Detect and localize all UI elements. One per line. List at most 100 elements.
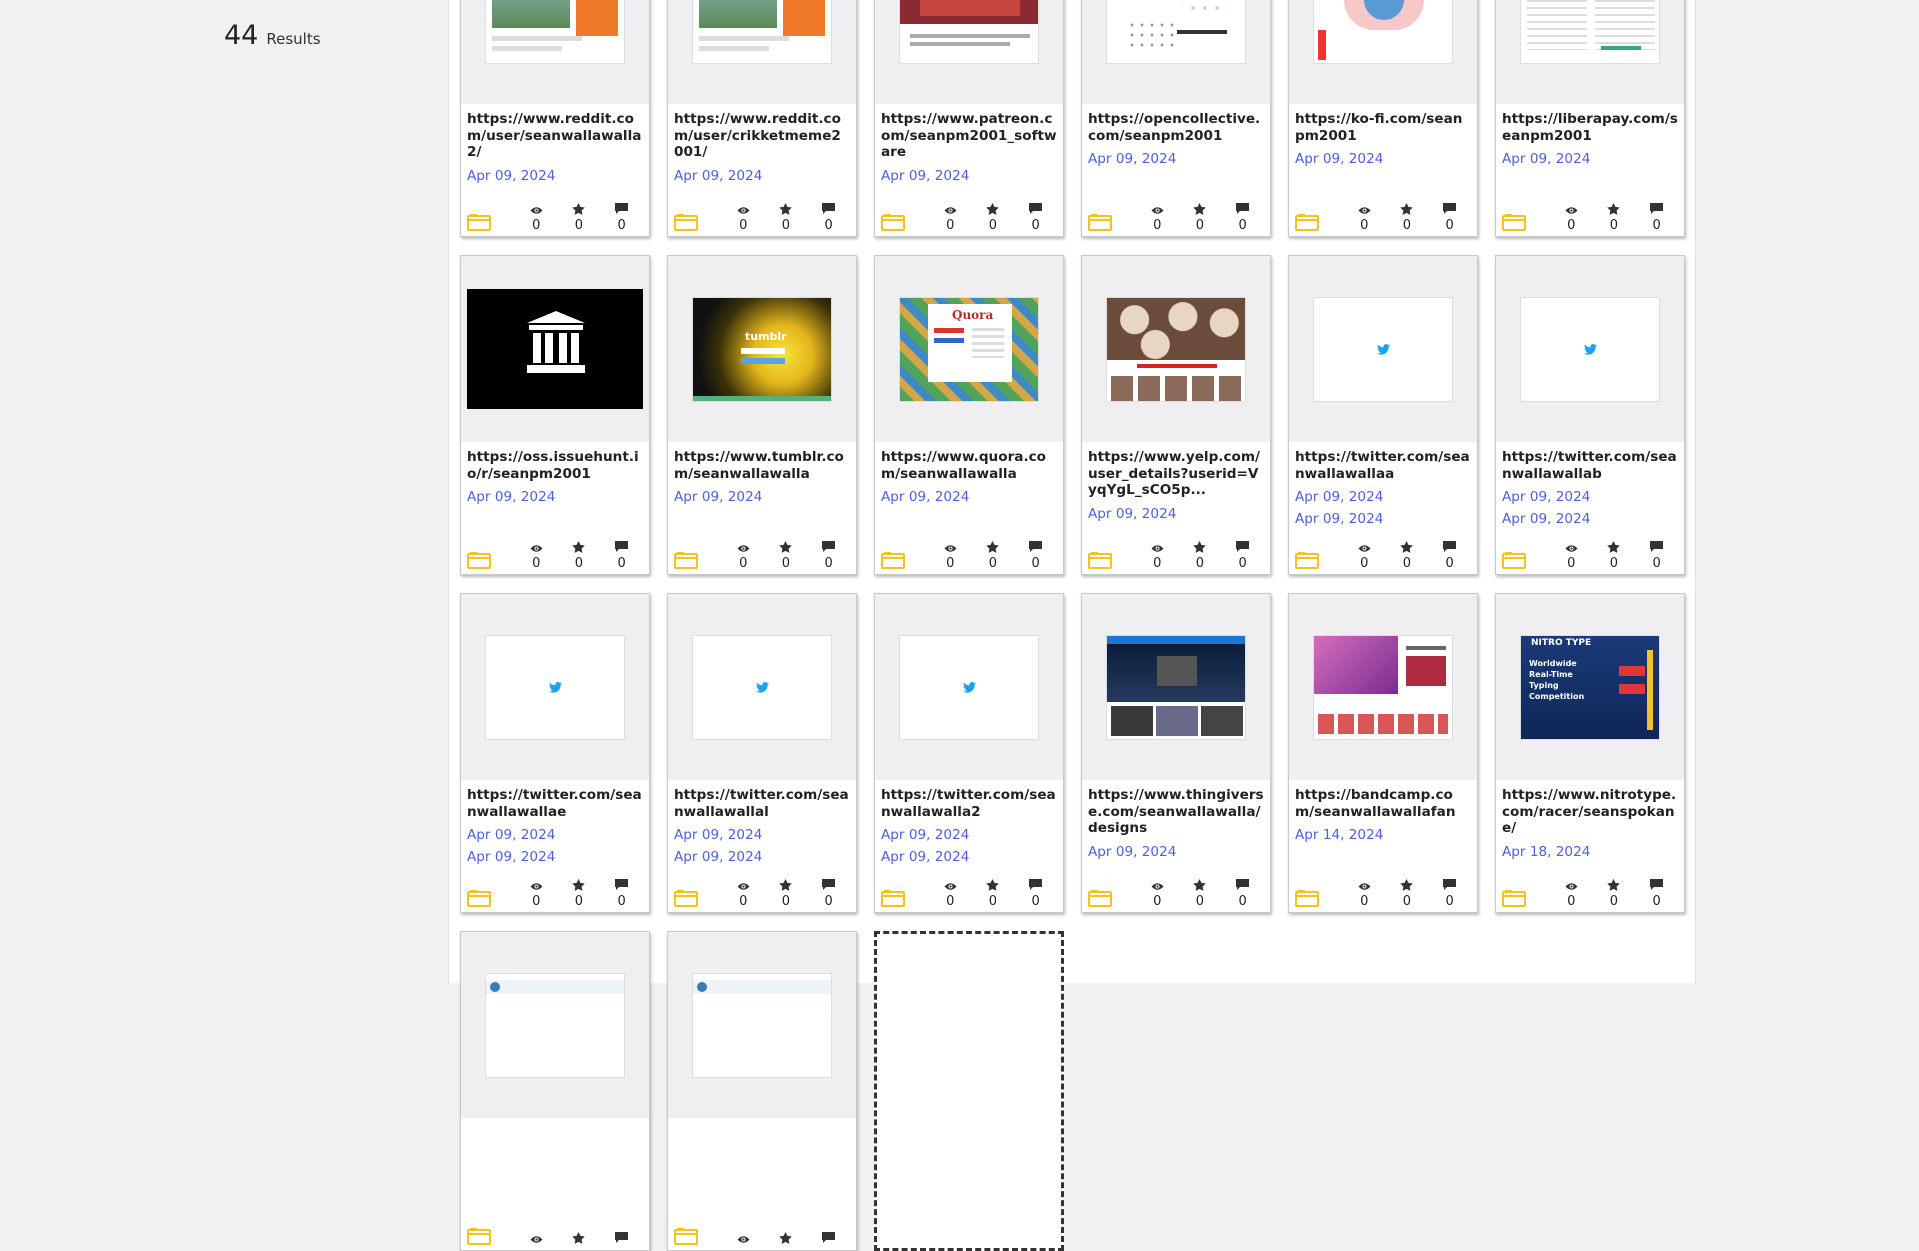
tumblr-page-thumbnail[interactable]: tumblr	[692, 296, 832, 402]
folder-icon[interactable]	[1088, 887, 1136, 909]
folder-icon[interactable]	[674, 1225, 722, 1247]
capture-url[interactable]: https://www.reddit.com/user/seanwallawal…	[467, 111, 643, 161]
capture-date[interactable]: Apr 09, 2024	[1295, 148, 1471, 170]
capture-date[interactable]: Apr 18, 2024	[1502, 841, 1678, 863]
capture-card[interactable]: https://opencollective.com/seanpm2001 Ap…	[1081, 0, 1271, 237]
capture-date[interactable]: Apr 09, 2024	[674, 846, 850, 868]
patreon-page-thumbnail[interactable]	[899, 0, 1039, 64]
capture-url[interactable]: https://oss.issuehunt.io/r/seanpm2001	[467, 449, 643, 482]
twitter-page-thumbnail[interactable]	[1520, 296, 1660, 402]
opencollective-page-thumbnail[interactable]	[1106, 0, 1246, 64]
capture-date[interactable]: Apr 09, 2024	[1088, 148, 1264, 170]
folder-icon[interactable]	[674, 887, 722, 909]
capture-url[interactable]: https://twitter.com/seanwallawallaa	[1295, 449, 1471, 482]
capture-date[interactable]: Apr 09, 2024	[1502, 148, 1678, 170]
capture-card[interactable]: https://www.reddit.com/user/crikketmeme2…	[667, 0, 857, 237]
capture-date[interactable]: Apr 09, 2024	[1502, 486, 1678, 508]
capture-url[interactable]: https://www.thingiverse.com/seanwallawal…	[1088, 787, 1264, 837]
capture-url[interactable]: https://www.patreon.com/seanpm2001_softw…	[881, 111, 1057, 161]
capture-url[interactable]: https://www.nitrotype.com/racer/seanspok…	[1502, 787, 1678, 837]
capture-date[interactable]: Apr 09, 2024	[881, 486, 1057, 508]
reddit-page-thumbnail[interactable]	[485, 0, 625, 64]
capture-card[interactable]: https://twitter.com/seanwallawallal Apr …	[667, 593, 857, 913]
folder-icon[interactable]	[467, 211, 515, 233]
folder-icon[interactable]	[467, 887, 515, 909]
capture-date[interactable]: Apr 09, 2024	[674, 486, 850, 508]
folder-icon[interactable]	[1295, 211, 1343, 233]
twitter-page-thumbnail[interactable]	[1313, 296, 1453, 402]
capture-date[interactable]: Apr 09, 2024	[467, 846, 643, 868]
capture-date[interactable]: Apr 09, 2024	[674, 824, 850, 846]
folder-icon[interactable]	[467, 1225, 515, 1247]
folder-icon[interactable]	[1088, 211, 1136, 233]
folder-icon[interactable]	[674, 211, 722, 233]
capture-date[interactable]: Apr 09, 2024	[1502, 508, 1678, 530]
steam-page-thumbnail[interactable]	[692, 972, 832, 1078]
folder-icon[interactable]	[1295, 887, 1343, 909]
capture-card[interactable]: https://www.patreon.com/seanpm2001_softw…	[874, 0, 1064, 237]
capture-date[interactable]: Apr 09, 2024	[881, 824, 1057, 846]
bandcamp-page-thumbnail[interactable]	[1313, 634, 1453, 740]
folder-icon[interactable]	[881, 211, 929, 233]
capture-date[interactable]: Apr 09, 2024	[467, 486, 643, 508]
capture-url[interactable]: https://www.reddit.com/user/crikketmeme2…	[674, 111, 850, 161]
capture-date[interactable]: Apr 09, 2024	[674, 165, 850, 187]
twitter-page-thumbnail[interactable]	[692, 634, 832, 740]
capture-card[interactable]	[460, 931, 650, 1251]
capture-card[interactable]: https://twitter.com/seanwallawallae Apr …	[460, 593, 650, 913]
capture-card[interactable]: tumblr https://www.tumblr.com/seanwallaw…	[667, 255, 857, 575]
capture-card[interactable]: https://twitter.com/seanwallawallab Apr …	[1495, 255, 1685, 575]
capture-card[interactable]: https://bandcamp.com/seanwallawallafan A…	[1288, 593, 1478, 913]
capture-card[interactable]: https://www.yelp.com/user_details?userid…	[1081, 255, 1271, 575]
capture-date[interactable]: Apr 09, 2024	[1295, 508, 1471, 530]
steam-page-thumbnail[interactable]	[485, 972, 625, 1078]
folder-icon[interactable]	[881, 887, 929, 909]
quora-page-thumbnail[interactable]: Quora	[899, 296, 1039, 402]
twitter-page-thumbnail[interactable]	[899, 634, 1039, 740]
folder-icon[interactable]	[881, 549, 929, 571]
folder-icon[interactable]	[1502, 549, 1550, 571]
capture-date[interactable]: Apr 09, 2024	[1295, 486, 1471, 508]
folder-icon[interactable]	[1295, 549, 1343, 571]
capture-card[interactable]: https://ko-fi.com/seanpm2001 Apr 09, 202…	[1288, 0, 1478, 237]
capture-url[interactable]: https://ko-fi.com/seanpm2001	[1295, 111, 1471, 144]
capture-url[interactable]: https://liberapay.com/seanpm2001	[1502, 111, 1678, 144]
capture-url[interactable]: https://www.quora.com/seanwallawalla	[881, 449, 1057, 482]
folder-icon[interactable]	[467, 549, 515, 571]
folder-icon[interactable]	[674, 549, 722, 571]
capture-url[interactable]: https://twitter.com/seanwallawallab	[1502, 449, 1678, 482]
capture-url[interactable]: https://twitter.com/seanwallawallal	[674, 787, 850, 820]
capture-card[interactable]: Quora https://www.quora.com/seanwallawal…	[874, 255, 1064, 575]
capture-date[interactable]: Apr 09, 2024	[467, 165, 643, 187]
liberapay-page-thumbnail[interactable]	[1520, 0, 1660, 64]
yelp-page-thumbnail[interactable]	[1106, 296, 1246, 402]
capture-url[interactable]: https://www.yelp.com/user_details?userid…	[1088, 449, 1264, 499]
capture-date[interactable]: Apr 09, 2024	[1088, 841, 1264, 863]
folder-icon[interactable]	[1088, 549, 1136, 571]
capture-date[interactable]: Apr 09, 2024	[881, 846, 1057, 868]
capture-date[interactable]: Apr 09, 2024	[467, 824, 643, 846]
capture-card[interactable]: https://www.reddit.com/user/seanwallawal…	[460, 0, 650, 237]
capture-url[interactable]: https://opencollective.com/seanpm2001	[1088, 111, 1264, 144]
capture-card[interactable]: https://twitter.com/seanwallawallaa Apr …	[1288, 255, 1478, 575]
capture-card[interactable]: https://oss.issuehunt.io/r/seanpm2001 Ap…	[460, 255, 650, 575]
archive-page-thumbnail[interactable]	[467, 289, 643, 409]
kofi-page-thumbnail[interactable]	[1313, 0, 1453, 64]
capture-date[interactable]: Apr 09, 2024	[1088, 503, 1264, 525]
folder-icon[interactable]	[1502, 887, 1550, 909]
capture-card[interactable]: https://twitter.com/seanwallawalla2 Apr …	[874, 593, 1064, 913]
capture-card[interactable]	[667, 931, 857, 1251]
capture-url[interactable]: https://twitter.com/seanwallawallae	[467, 787, 643, 820]
capture-card[interactable]: https://liberapay.com/seanpm2001 Apr 09,…	[1495, 0, 1685, 237]
twitter-page-thumbnail[interactable]	[485, 634, 625, 740]
capture-card[interactable]: NITRO TYPE Worldwide Real-Time Typing Comp…	[1495, 593, 1685, 913]
thingiverse-page-thumbnail[interactable]	[1106, 634, 1246, 740]
capture-url[interactable]: https://bandcamp.com/seanwallawallafan	[1295, 787, 1471, 820]
nitrotype-page-thumbnail[interactable]: NITRO TYPE Worldwide Real-Time Typing Comp…	[1520, 634, 1660, 740]
capture-url[interactable]: https://www.tumblr.com/seanwallawalla	[674, 449, 850, 482]
reddit-page-thumbnail[interactable]	[692, 0, 832, 64]
capture-url[interactable]: https://twitter.com/seanwallawalla2	[881, 787, 1057, 820]
capture-date[interactable]: Apr 09, 2024	[881, 165, 1057, 187]
folder-icon[interactable]	[1502, 211, 1550, 233]
capture-date[interactable]: Apr 14, 2024	[1295, 824, 1471, 846]
